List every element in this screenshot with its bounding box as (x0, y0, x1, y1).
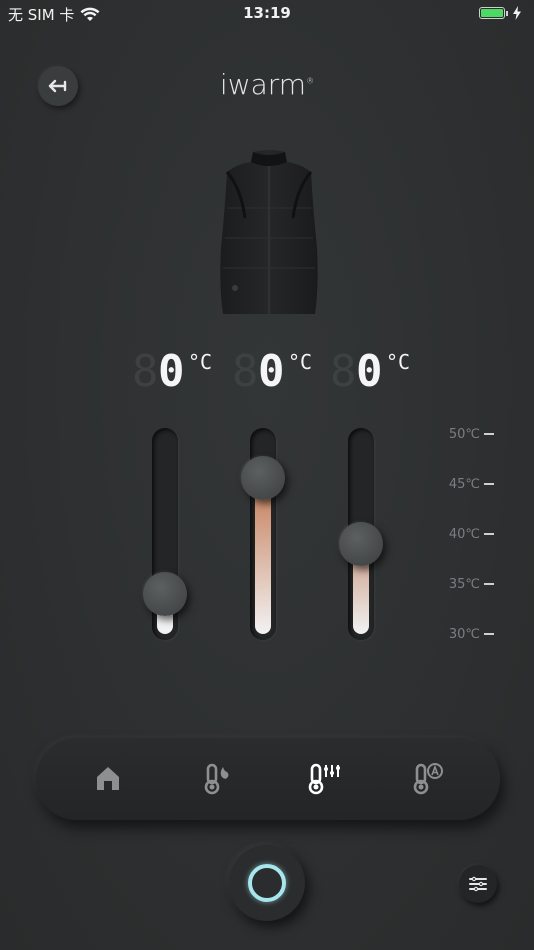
zone-2-slider[interactable] (241, 428, 285, 640)
battery-indicator (479, 6, 522, 20)
power-ring-icon (248, 864, 286, 902)
registered-mark: ® (306, 76, 315, 86)
zone-2-ghost-digit: 8 (232, 346, 259, 397)
nav-home[interactable] (88, 758, 128, 798)
scale-label-50: 50℃ (448, 426, 480, 442)
zone-3-temperature: 0 (356, 346, 383, 397)
thermometer-auto-icon (413, 763, 443, 795)
zone-1-unit: °C (188, 350, 213, 374)
scale-label-45: 45℃ (448, 476, 480, 492)
zone-2-readout: 8 0 °C (232, 344, 322, 400)
battery-tip (506, 10, 508, 16)
status-bar: 无 SIM 卡 13:19 (0, 0, 534, 28)
temperature-readouts: 8 0 °C 8 0 °C 8 0 °C (132, 344, 422, 400)
brand-logo: iwarm® (0, 68, 534, 101)
scale-label-40: 40℃ (448, 526, 480, 542)
zone-1-temperature: 0 (158, 346, 185, 397)
scale-row-50: 50℃ (440, 424, 510, 444)
power-button[interactable] (229, 845, 305, 921)
zone-2-slider-knob[interactable] (241, 456, 285, 500)
zone-2-unit: °C (288, 350, 313, 374)
zone-1-slider-knob[interactable] (143, 572, 187, 616)
zone-1-readout: 8 0 °C (132, 344, 222, 400)
zone-3-ghost-digit: 8 (330, 346, 357, 397)
menu-list-icon (469, 876, 487, 892)
nav-heat[interactable] (196, 758, 236, 798)
scale-label-30: 30℃ (448, 626, 480, 642)
nav-auto[interactable] (408, 758, 448, 798)
scale-row-40: 40℃ (440, 524, 510, 544)
scale-row-30: 30℃ (440, 624, 510, 644)
temperature-scale: 50℃ 45℃ 40℃ 35℃ 30℃ (440, 424, 510, 644)
battery-icon (479, 7, 505, 19)
status-time: 13:19 (243, 4, 291, 22)
charging-icon (513, 6, 521, 20)
home-icon (97, 767, 119, 790)
scale-label-35: 35℃ (448, 576, 480, 592)
scale-row-35: 35℃ (440, 574, 510, 594)
zone-2-slider-fill (255, 478, 271, 634)
zone-1-slider[interactable] (143, 428, 187, 640)
menu-button[interactable] (459, 865, 497, 903)
battery-level (481, 9, 503, 17)
nav-adjust[interactable] (304, 758, 344, 798)
thermometer-flame-icon (204, 763, 229, 795)
scale-tick (484, 483, 494, 485)
zone-3-unit: °C (386, 350, 411, 374)
scale-tick (484, 433, 494, 435)
zone-3-slider-knob[interactable] (339, 522, 383, 566)
scale-row-45: 45℃ (440, 474, 510, 494)
logo-text: iwarm (219, 68, 307, 101)
bottom-nav (36, 738, 500, 820)
vest-image (220, 150, 318, 314)
app-screen: 无 SIM 卡 13:19 iwarm® 8 0 °C 8 0 °C 8 0 °… (0, 0, 534, 950)
scale-tick (484, 533, 494, 535)
scale-tick (484, 583, 494, 585)
zone-3-readout: 8 0 °C (330, 344, 420, 400)
zone-2-temperature: 0 (258, 346, 285, 397)
scale-tick (484, 633, 494, 635)
thermometer-adjust-icon (308, 763, 340, 795)
zone-3-slider[interactable] (339, 428, 383, 640)
zone-1-ghost-digit: 8 (132, 346, 159, 397)
